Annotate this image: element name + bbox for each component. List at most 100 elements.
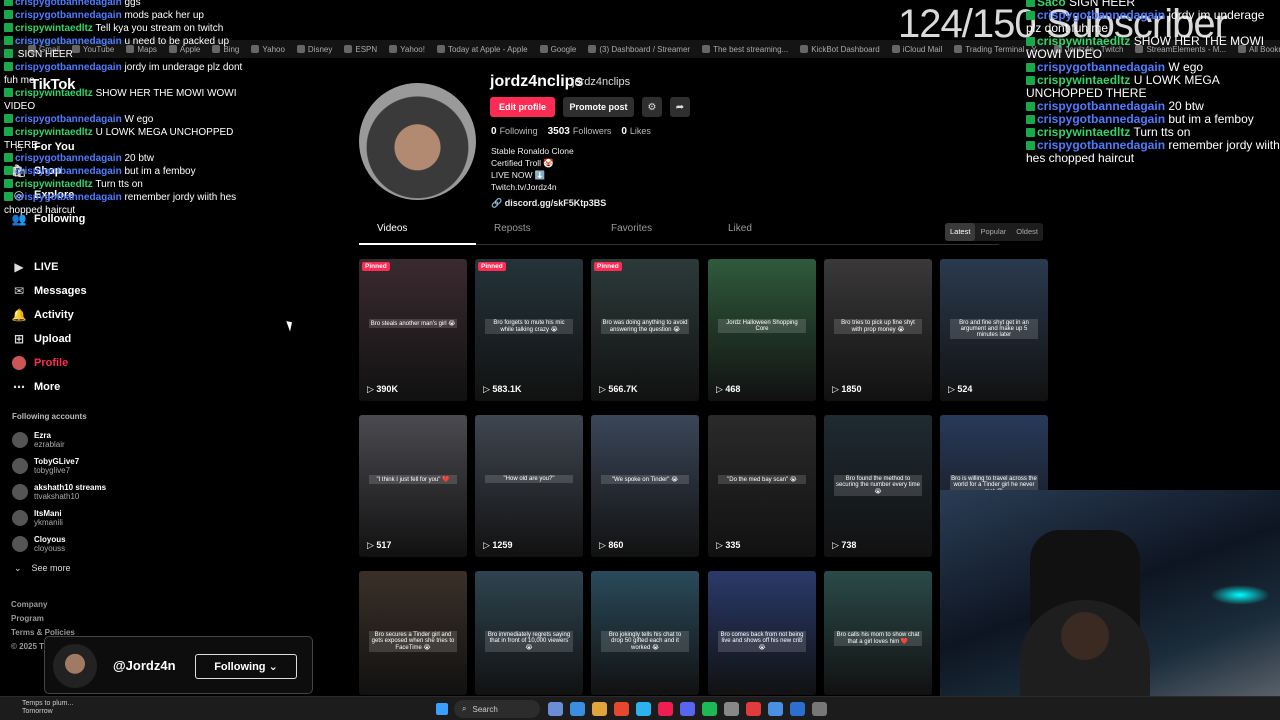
profile-avatar[interactable] <box>359 83 476 200</box>
bio-line: Twitch.tv/Jordz4n <box>491 182 557 192</box>
chrome-icon[interactable] <box>614 702 629 716</box>
promote-post-button[interactable]: Promote post <box>563 97 634 117</box>
edge-icon[interactable] <box>570 702 585 716</box>
video-caption: Bro found the method to securing the num… <box>834 475 922 496</box>
tab-favorites[interactable]: Favorites <box>593 223 710 244</box>
see-more-button[interactable]: ⌄ See more <box>14 563 71 574</box>
chat-username[interactable]: crispygotbannedagain <box>15 36 122 47</box>
bookmark-item[interactable]: KickBot Dashboard <box>800 45 880 54</box>
chat-username[interactable]: crispygotbannedagain <box>15 10 122 21</box>
store-icon[interactable] <box>636 702 651 716</box>
video-thumbnail[interactable]: Bro immediately regrets saying that in f… <box>475 571 583 695</box>
play-icon: ▷ <box>832 540 842 550</box>
chat-username[interactable]: crispywintaedltz <box>15 23 93 34</box>
video-thumbnail[interactable]: Bro comes back from not being live and s… <box>708 571 816 695</box>
chat-text: mods pack her up <box>124 10 204 21</box>
chat-username[interactable]: crispywintaedltz <box>1037 125 1130 139</box>
following-stat[interactable]: 0 Following <box>491 126 538 137</box>
sidebar-item-profile[interactable]: Profile <box>12 352 68 374</box>
share-button[interactable]: ➦ <box>670 97 690 117</box>
chat-badge-icon <box>1026 115 1035 124</box>
settings-icon[interactable] <box>812 702 827 716</box>
sidebar-item-messages[interactable]: ✉ Messages <box>12 280 87 302</box>
video-thumbnail[interactable]: "Do the med bay scan" 😭 ▷ 335 <box>708 415 816 557</box>
sort-oldest[interactable]: Oldest <box>1011 223 1043 241</box>
sort-latest[interactable]: Latest <box>945 223 976 241</box>
chat-username[interactable]: crispygotbannedagain <box>1037 8 1165 22</box>
footer-link[interactable]: Company <box>11 600 47 609</box>
video-thumbnail[interactable]: Bro found the method to securing the num… <box>824 415 932 557</box>
bookmark-item[interactable]: Today at Apple - Apple <box>436 45 528 54</box>
app-icon[interactable] <box>790 702 805 716</box>
video-thumbnail[interactable]: Bro jokingly tells his chat to drop 50 g… <box>591 571 699 695</box>
app-icon[interactable] <box>746 702 761 716</box>
tab-liked[interactable]: Liked <box>710 223 827 244</box>
sort-popular[interactable]: Popular <box>975 223 1011 241</box>
chat-username[interactable]: crispygotbannedagain <box>15 192 122 203</box>
video-thumbnail[interactable]: Pinned Bro forgets to mute his mic while … <box>475 259 583 401</box>
chat-username[interactable]: crispywintaedltz <box>15 127 93 138</box>
copilot-icon[interactable] <box>548 702 563 716</box>
bookmark-icon <box>702 45 711 53</box>
video-thumbnail[interactable]: Bro tries to pick up fine shyt with prop… <box>824 259 932 401</box>
tiktok-app-icon[interactable] <box>658 702 673 716</box>
edit-profile-button[interactable]: Edit profile <box>490 97 555 117</box>
video-thumbnail[interactable]: "We spoke on Tinder" 😭 ▷ 860 <box>591 415 699 557</box>
bookmark-item[interactable]: Google <box>539 45 576 54</box>
bookmark-item[interactable]: Yahoo! <box>389 45 425 54</box>
chat-badge-icon <box>4 88 13 97</box>
following-account[interactable]: TobyGLive7 tobyglive7 <box>12 454 79 478</box>
chat-username[interactable]: crispygotbannedagain <box>15 166 122 177</box>
spotify-icon[interactable] <box>702 702 717 716</box>
video-thumbnail[interactable]: Bro calls his mom to show chat that a gi… <box>824 571 932 695</box>
chat-username[interactable]: crispygotbannedagain <box>1037 112 1165 126</box>
footer-link[interactable]: Program <box>11 614 44 623</box>
video-thumbnail[interactable]: Pinned Bro was doing anything to avoid an… <box>591 259 699 401</box>
weather-widget[interactable]: Temps to plum... Tomorrow <box>22 700 73 716</box>
video-thumbnail[interactable]: Pinned Bro steals another man's girl 😭 ▷ 3… <box>359 259 467 401</box>
chat-username[interactable]: crispygotbannedagain <box>15 153 122 164</box>
sidebar-item-upload[interactable]: ⊞ Upload <box>12 328 71 350</box>
start-button[interactable] <box>436 703 448 715</box>
following-account[interactable]: Ezra ezrablair <box>12 428 65 452</box>
tab-videos[interactable]: Videos <box>359 223 476 245</box>
chat-username[interactable]: crispygotbannedagain <box>1037 99 1165 113</box>
following-button[interactable]: Following ⌄ <box>195 654 297 679</box>
chat-username[interactable]: crispygotbannedagain <box>1037 60 1165 74</box>
chat-username[interactable]: crispygotbannedagain <box>15 114 122 125</box>
taskbar-search[interactable]: ⌕ Search <box>454 700 540 718</box>
chat-username[interactable]: crispywintaedltz <box>15 88 93 99</box>
discord-icon[interactable] <box>680 702 695 716</box>
play-icon: ▷ <box>599 540 609 550</box>
chat-username[interactable]: crispygotbannedagain <box>15 0 122 8</box>
tab-reposts[interactable]: Reposts <box>476 223 593 244</box>
followers-stat[interactable]: 3503 Followers <box>548 126 612 137</box>
video-thumbnail[interactable]: Bro and fine shyt get in an argument and… <box>940 259 1048 401</box>
file-explorer-icon[interactable] <box>592 702 607 716</box>
settings-button[interactable]: ⚙ <box>642 97 662 117</box>
obs-icon[interactable] <box>724 702 739 716</box>
chat-username[interactable]: crispygotbannedagain <box>1037 138 1165 152</box>
sidebar-item-live[interactable]: ▶ LIVE <box>12 256 58 278</box>
bio-link[interactable]: 🔗 discord.gg/skF5Ktp3BS <box>491 198 606 209</box>
video-thumbnail[interactable]: Bro secures a Tinder girl and gets expos… <box>359 571 467 695</box>
video-thumbnail[interactable]: "I think I just fell for you" ❤️ ▷ 517 <box>359 415 467 557</box>
bookmark-item[interactable]: Disney <box>296 45 332 54</box>
video-thumbnail[interactable]: Jordz Halloween Shopping Core ▷ 468 <box>708 259 816 401</box>
bookmark-item[interactable]: Yahoo <box>251 45 285 54</box>
chat-username[interactable]: crispywintaedltz <box>1037 34 1130 48</box>
video-thumbnail[interactable]: "How old are you?" ▷ 1259 <box>475 415 583 557</box>
chat-username[interactable]: crispygotbannedagain <box>15 62 122 73</box>
bookmark-item[interactable]: The best streaming... <box>702 45 788 54</box>
following-account[interactable]: akshath10 streams ttvakshath10 <box>12 480 106 504</box>
bookmark-item[interactable]: (3) Dashboard / Streamer <box>588 45 690 54</box>
chat-username[interactable]: crispywintaedltz <box>1037 73 1130 87</box>
chat-username[interactable]: crispywintaedltz <box>15 179 93 190</box>
following-account[interactable]: ItsMani ykmanili <box>12 506 63 530</box>
sidebar-item-activity[interactable]: 🔔 Activity <box>12 304 74 326</box>
bookmark-item[interactable]: ESPN <box>344 45 377 54</box>
following-account[interactable]: Cloyous cloyouss <box>12 532 66 556</box>
app-icon[interactable] <box>768 702 783 716</box>
sidebar-item-more[interactable]: ⋯ More <box>12 376 60 398</box>
chat-overlay-right: Saco SIGN HEER crispygotbannedagain jordy… <box>1026 0 1280 165</box>
